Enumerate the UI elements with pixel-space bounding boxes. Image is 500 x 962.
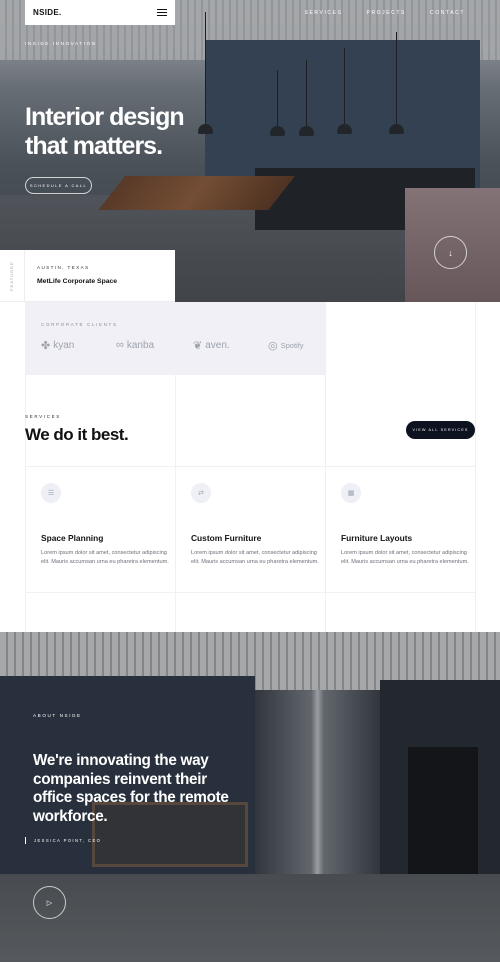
service-card-furniture-layouts[interactable]: ▦ Furniture Layouts Lorem ipsum dolor si… — [325, 466, 475, 593]
about-author: JESSICA POINT, CEO — [25, 837, 101, 844]
space-planning-icon: ☰ — [41, 483, 61, 503]
kanba-logo-icon: ∞ — [116, 339, 124, 351]
grid-line — [475, 302, 476, 632]
header-logo-box: NSIDE. — [25, 0, 175, 25]
kyan-logo-icon: ✤ — [41, 340, 51, 352]
spotify-logo-icon: ◎ — [268, 340, 278, 352]
site-logo[interactable]: NSIDE. — [33, 8, 61, 17]
main-nav: SERVICES PROJECTS CONTACT — [305, 10, 465, 16]
card-title: Furniture Layouts — [341, 533, 413, 543]
aven-logo-icon: ❦ — [193, 340, 203, 352]
featured-side-label: FEATURED — [0, 250, 25, 302]
card-text: Lorem ipsum dolor sit amet, consectetur … — [41, 550, 169, 565]
card-text: Lorem ipsum dolor sit amet, consectetur … — [341, 550, 469, 565]
client-logo-kyan[interactable]: ✤ kyan — [41, 339, 74, 352]
service-card-space-planning[interactable]: ☰ Space Planning Lorem ipsum dolor sit a… — [25, 466, 175, 593]
card-title: Custom Furniture — [191, 533, 262, 543]
play-icon[interactable]: ▷ — [33, 886, 66, 919]
card-title: Space Planning — [41, 533, 104, 543]
hero-title: Interior design that matters. — [25, 103, 225, 161]
schedule-call-button[interactable]: SCHEDULE A CALL — [25, 177, 92, 194]
client-logo-spotify[interactable]: ◎ Spotify — [268, 339, 304, 352]
services-eyebrow: SERVICES — [25, 414, 61, 419]
hero-eyebrow: INSIDE INNOVATION — [25, 41, 97, 46]
clients-section: CORPORATE CLIENTS ✤ kyan ∞ kanba ❦ aven.… — [25, 302, 325, 375]
featured-card[interactable]: FEATURED AUSTIN, TEXAS MetLife Corporate… — [0, 250, 175, 302]
clients-label: CORPORATE CLIENTS — [41, 322, 118, 327]
hero-title-line2: that matters. — [25, 132, 163, 160]
nav-services[interactable]: SERVICES — [305, 10, 343, 16]
client-logo-aven[interactable]: ❦ aven. — [193, 339, 230, 352]
featured-project-name: MetLife Corporate Space — [37, 278, 118, 285]
furniture-layouts-icon: ▦ — [341, 483, 361, 503]
service-card-custom-furniture[interactable]: ⇄ Custom Furniture Lorem ipsum dolor sit… — [175, 466, 325, 593]
card-text: Lorem ipsum dolor sit amet, consectetur … — [191, 550, 319, 565]
featured-location: AUSTIN, TEXAS — [37, 265, 90, 270]
hamburger-menu-icon[interactable] — [157, 9, 167, 16]
custom-furniture-icon: ⇄ — [191, 483, 211, 503]
client-logo-kanba[interactable]: ∞ kanba — [116, 339, 154, 351]
view-all-services-button[interactable]: VIEW ALL SERVICES — [406, 421, 475, 439]
nav-projects[interactable]: PROJECTS — [367, 10, 406, 16]
about-section: ABOUT NSIDE We're innovating the way com… — [0, 632, 500, 962]
services-title: We do it best. — [25, 425, 129, 444]
arrow-down-icon[interactable]: ↓ — [434, 236, 467, 269]
about-quote: We're innovating the way companies reinv… — [33, 752, 229, 825]
hero-section: NSIDE. SERVICES PROJECTS CONTACT INSIDE … — [0, 0, 500, 302]
hero-title-line1: Interior design — [25, 103, 185, 131]
nav-contact[interactable]: CONTACT — [430, 10, 465, 16]
about-eyebrow: ABOUT NSIDE — [33, 713, 82, 718]
